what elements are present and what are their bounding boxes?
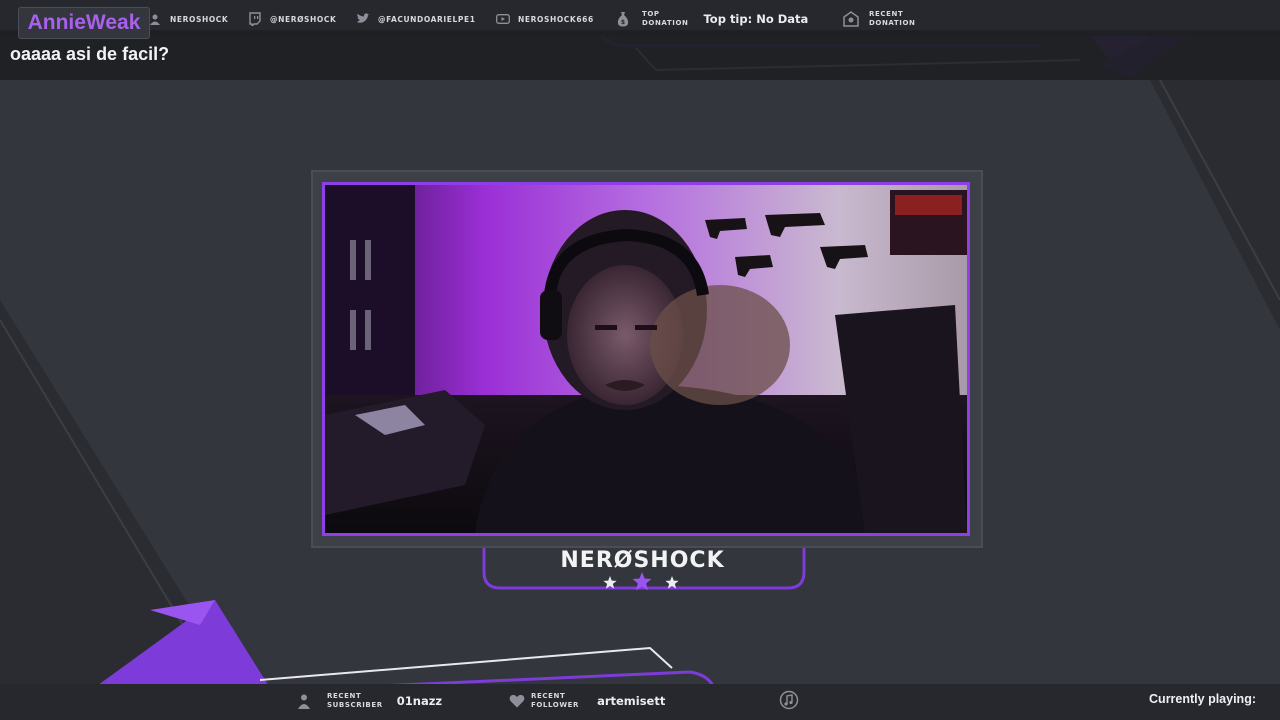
star-decoration — [603, 572, 679, 591]
top-donation-widget: $ TOP DONATION Top tip: No Data — [616, 10, 808, 28]
user-icon — [148, 12, 162, 26]
recent-follower-widget: RECENT FOLLOWER artemisett — [509, 692, 665, 710]
star-icon — [603, 576, 617, 589]
recent-donation-widget: RECENT DONATION — [842, 10, 930, 28]
subscriber-icon — [297, 693, 311, 709]
chat-username: AnnieWeak — [18, 7, 150, 39]
recent-subscriber-label: RECENT SUBSCRIBER — [327, 692, 383, 709]
star-icon — [632, 572, 652, 591]
donation-hand-icon — [842, 11, 860, 27]
svg-text:$: $ — [621, 19, 625, 26]
social-handle: NEROSHOCK666 — [518, 14, 594, 24]
music-icon — [779, 690, 799, 710]
channel-name: NERØSHOCK — [560, 548, 725, 573]
social-handle: NEROSHOCK — [170, 14, 229, 24]
chat-message-bar — [0, 30, 1280, 80]
social-twitter: @FACUNDOARIELPE1 — [356, 11, 476, 27]
star-icon — [665, 576, 679, 589]
social-twitch: @NERØSHOCK — [248, 11, 336, 27]
recent-follower-value: artemisett — [597, 694, 666, 708]
twitch-icon — [248, 12, 262, 26]
top-donation-value: Top tip: No Data — [703, 12, 809, 26]
recent-follower-label: RECENT FOLLOWER — [531, 692, 580, 709]
youtube-icon — [496, 12, 510, 26]
webcam-image — [325, 185, 967, 533]
chat-message: oaaaa asi de facil? — [10, 44, 170, 64]
twitter-icon — [356, 12, 370, 26]
recent-subscriber-value: 01nazz — [396, 694, 443, 708]
recent-subscriber-widget: RECENT SUBSCRIBER 01nazz — [297, 692, 442, 710]
top-donation-label: TOP DONATION — [642, 10, 689, 27]
social-handle: @NERØSHOCK — [270, 14, 337, 24]
currently-playing-label: Currently playing: — [1149, 692, 1256, 706]
social-user: NEROSHOCK — [148, 11, 228, 27]
social-handle: @FACUNDOARIELPE1 — [378, 14, 476, 24]
social-youtube: NEROSHOCK666 — [496, 11, 594, 27]
heart-icon — [509, 693, 525, 709]
webcam-feed — [322, 182, 970, 536]
money-bag-icon: $ — [616, 11, 632, 27]
recent-donation-label: RECENT DONATION — [869, 10, 916, 27]
